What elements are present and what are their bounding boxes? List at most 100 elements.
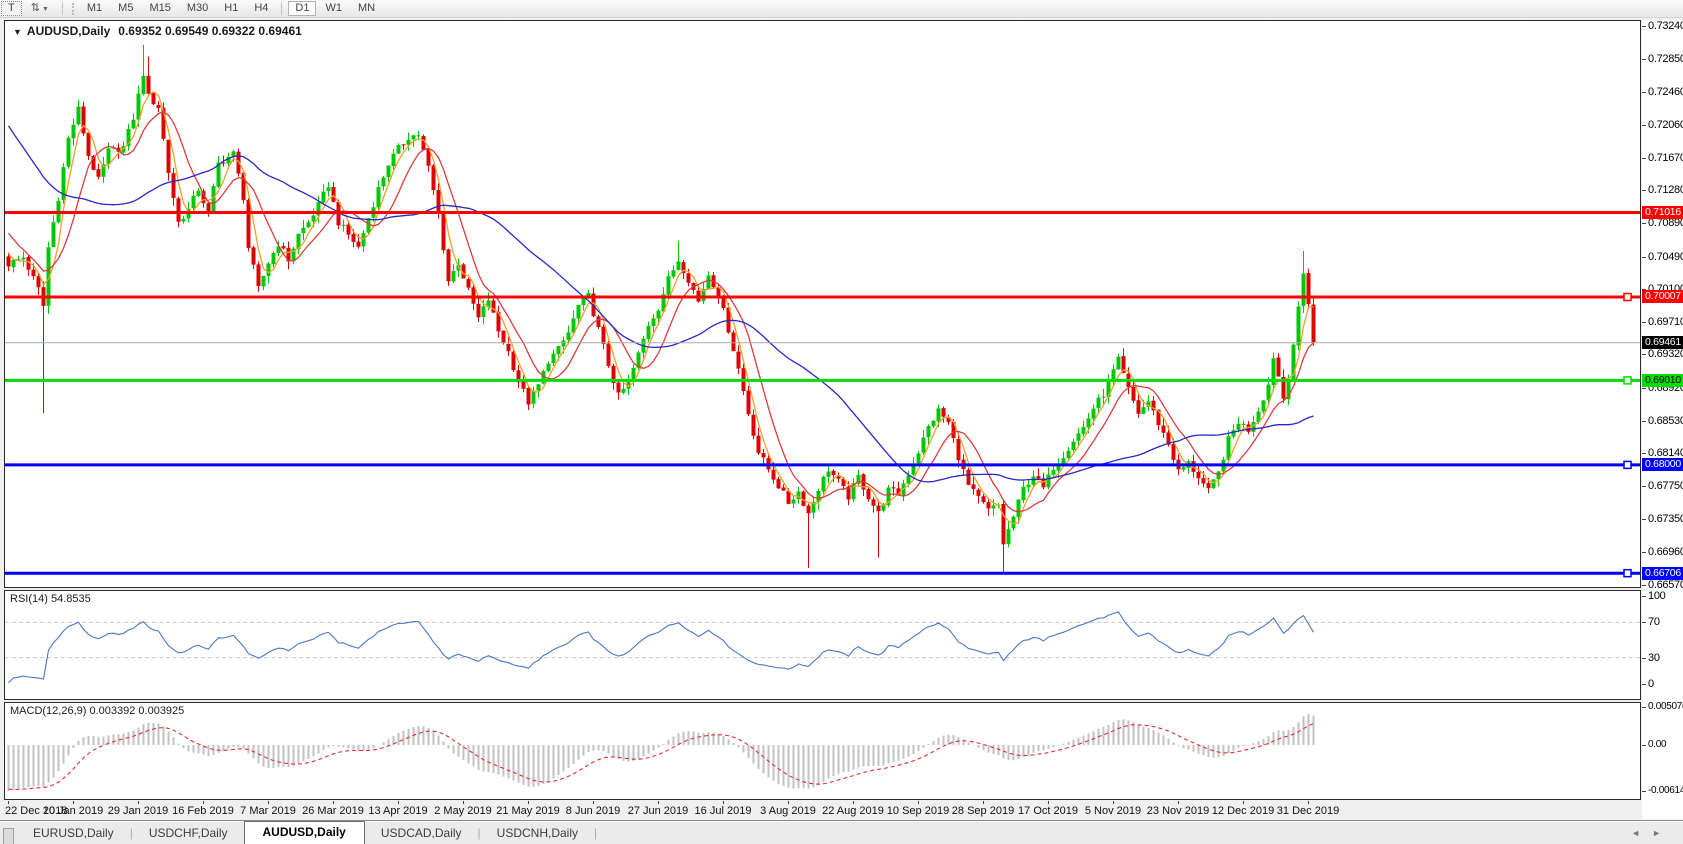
tab-scroll-left-icon[interactable]: ◄ [1631, 828, 1652, 838]
timeframe-m1-button[interactable]: M1 [80, 1, 109, 16]
time-tick-mark [8, 801, 9, 804]
price-tick-label: 0.69320 [1648, 348, 1683, 360]
timeframe-w1-button[interactable]: W1 [318, 1, 349, 16]
arrows-tool-icon: ⇅ [31, 2, 40, 14]
tabbar-stub [3, 828, 14, 844]
time-tick-label: 2 May 2019 [434, 805, 491, 817]
rsi-tick-mark [1642, 622, 1646, 623]
time-tick-mark [788, 801, 789, 804]
price-tick-mark [1642, 158, 1646, 159]
time-tick-label: 13 Apr 2019 [368, 805, 427, 817]
time-tick-label: 7 Mar 2019 [240, 805, 296, 817]
timeframe-m15-button[interactable]: M15 [142, 1, 177, 16]
macd-tick-mark [1642, 791, 1646, 792]
price-tick-label: 0.73240 [1648, 20, 1683, 32]
price-badge: 0.66706 [1642, 567, 1683, 580]
rsi-label: RSI(14) 54.8535 [10, 593, 91, 605]
main-chart-panel[interactable]: ▼AUDUSD,Daily0.69352 0.69549 0.69322 0.6… [4, 20, 1641, 588]
price-tick-mark [1642, 125, 1646, 126]
price-badge: 0.69461 [1642, 336, 1683, 349]
arrows-tool-button[interactable]: ⇅▼ [24, 1, 56, 16]
time-tick-mark [528, 801, 529, 804]
price-tick-label: 0.68530 [1648, 415, 1683, 427]
chevron-down-icon: ▼ [42, 6, 49, 13]
time-tick-label: 3 Aug 2019 [760, 805, 816, 817]
toolbar-separator [281, 2, 282, 15]
price-tick-mark [1642, 421, 1646, 422]
rsi-panel[interactable]: RSI(14) 54.8535 [4, 590, 1641, 700]
chart-symbol-label: AUDUSD,Daily [27, 24, 110, 38]
time-tick-mark [658, 801, 659, 804]
time-tick-mark [918, 801, 919, 804]
price-tick-mark [1642, 486, 1646, 487]
price-tick-mark [1642, 223, 1646, 224]
time-tick-mark [983, 801, 984, 804]
tab-scroll-right-icon[interactable]: ► [1652, 828, 1673, 838]
time-tick-label: 10 Jan 2019 [43, 805, 104, 817]
time-tick-label: 31 Dec 2019 [1277, 805, 1339, 817]
tabs: EURUSD,Daily|USDCHF,DailyAUDUSD,DailyUSD… [17, 821, 597, 844]
timeframe-mn-button[interactable]: MN [351, 1, 382, 16]
macd-tick-label: 0.00 [1648, 739, 1666, 750]
time-tick-mark [1178, 801, 1179, 804]
timeframe-h4-button[interactable]: H4 [247, 1, 275, 16]
time-tick-label: 17 Oct 2019 [1018, 805, 1078, 817]
timeframe-h1-button[interactable]: H1 [217, 1, 245, 16]
time-tick-mark [73, 801, 74, 804]
candlestick-chart[interactable] [5, 21, 1640, 587]
time-tick-mark [138, 801, 139, 804]
macd-panel[interactable]: MACD(12,26,9) 0.003392 0.003925 [4, 702, 1641, 800]
tab-usdcnh-daily[interactable]: USDCNH,Daily [481, 823, 594, 844]
price-tick-label: 0.67750 [1648, 480, 1683, 492]
tab-usdchf-daily[interactable]: USDCHF,Daily [133, 823, 244, 844]
price-tick-mark [1642, 519, 1646, 520]
time-tick-mark [398, 801, 399, 804]
time-tick-mark [333, 801, 334, 804]
time-tick-label: 12 Dec 2019 [1212, 805, 1274, 817]
price-tick-label: 0.71280 [1648, 184, 1683, 196]
rsi-tick-label: 0 [1648, 678, 1654, 690]
timeframe-d1-button[interactable]: D1 [288, 1, 316, 16]
toolbar-separator [62, 2, 63, 15]
time-tick-mark [1243, 801, 1244, 804]
text-tool-button[interactable]: T [1, 1, 22, 16]
tab-scroll-arrows[interactable]: ◄► [1631, 828, 1673, 838]
price-tick-mark [1642, 354, 1646, 355]
time-tick-label: 16 Feb 2019 [172, 805, 234, 817]
macd-label: MACD(12,26,9) 0.003392 0.003925 [10, 705, 184, 717]
rsi-tick-mark [1642, 596, 1646, 597]
time-tick-mark [1048, 801, 1049, 804]
rsi-tick-mark [1642, 684, 1646, 685]
price-tick-mark [1642, 92, 1646, 93]
price-badge: 0.70007 [1642, 290, 1683, 303]
rsi-tick-label: 100 [1648, 590, 1665, 602]
time-tick-label: 26 Mar 2019 [302, 805, 364, 817]
timeframe-m5-button[interactable]: M5 [111, 1, 140, 16]
price-tick-label: 0.70490 [1648, 251, 1683, 263]
macd-tick-mark [1642, 707, 1646, 708]
tab-audusd-daily[interactable]: AUDUSD,Daily [244, 821, 365, 844]
chart-title: ▼AUDUSD,Daily0.69352 0.69549 0.69322 0.6… [13, 24, 302, 38]
tab-eurusd-daily[interactable]: EURUSD,Daily [17, 823, 130, 844]
tab-usdcad-daily[interactable]: USDCAD,Daily [365, 823, 478, 844]
price-tick-mark [1642, 190, 1646, 191]
price-axis[interactable]: 0.732400.728500.724600.720600.716700.712… [1642, 20, 1683, 819]
time-tick-mark [723, 801, 724, 804]
toolbar-grip [72, 3, 75, 15]
time-axis[interactable]: 22 Dec 201810 Jan 201929 Jan 201916 Feb … [4, 801, 1641, 818]
price-tick-label: 0.72460 [1648, 86, 1683, 98]
time-tick-label: 23 Nov 2019 [1147, 805, 1209, 817]
price-tick-mark [1642, 26, 1646, 27]
time-tick-mark [203, 801, 204, 804]
rsi-tick-label: 70 [1648, 616, 1660, 628]
time-tick-label: 22 Aug 2019 [822, 805, 884, 817]
toolbar: T ⇅▼ M1M5M15M30H1H4 D1W1MN [0, 0, 1683, 18]
chart-menu-caret-icon[interactable]: ▼ [13, 27, 22, 37]
price-tick-mark [1642, 59, 1646, 60]
price-badge: 0.68000 [1642, 458, 1683, 471]
price-badge: 0.71016 [1642, 206, 1683, 219]
time-tick-mark [1113, 801, 1114, 804]
timeframe-m30-button[interactable]: M30 [180, 1, 215, 16]
price-tick-mark [1642, 322, 1646, 323]
mt4-workspace: { "toolbar": { "t_label": "T", "arrows_i… [0, 0, 1683, 844]
